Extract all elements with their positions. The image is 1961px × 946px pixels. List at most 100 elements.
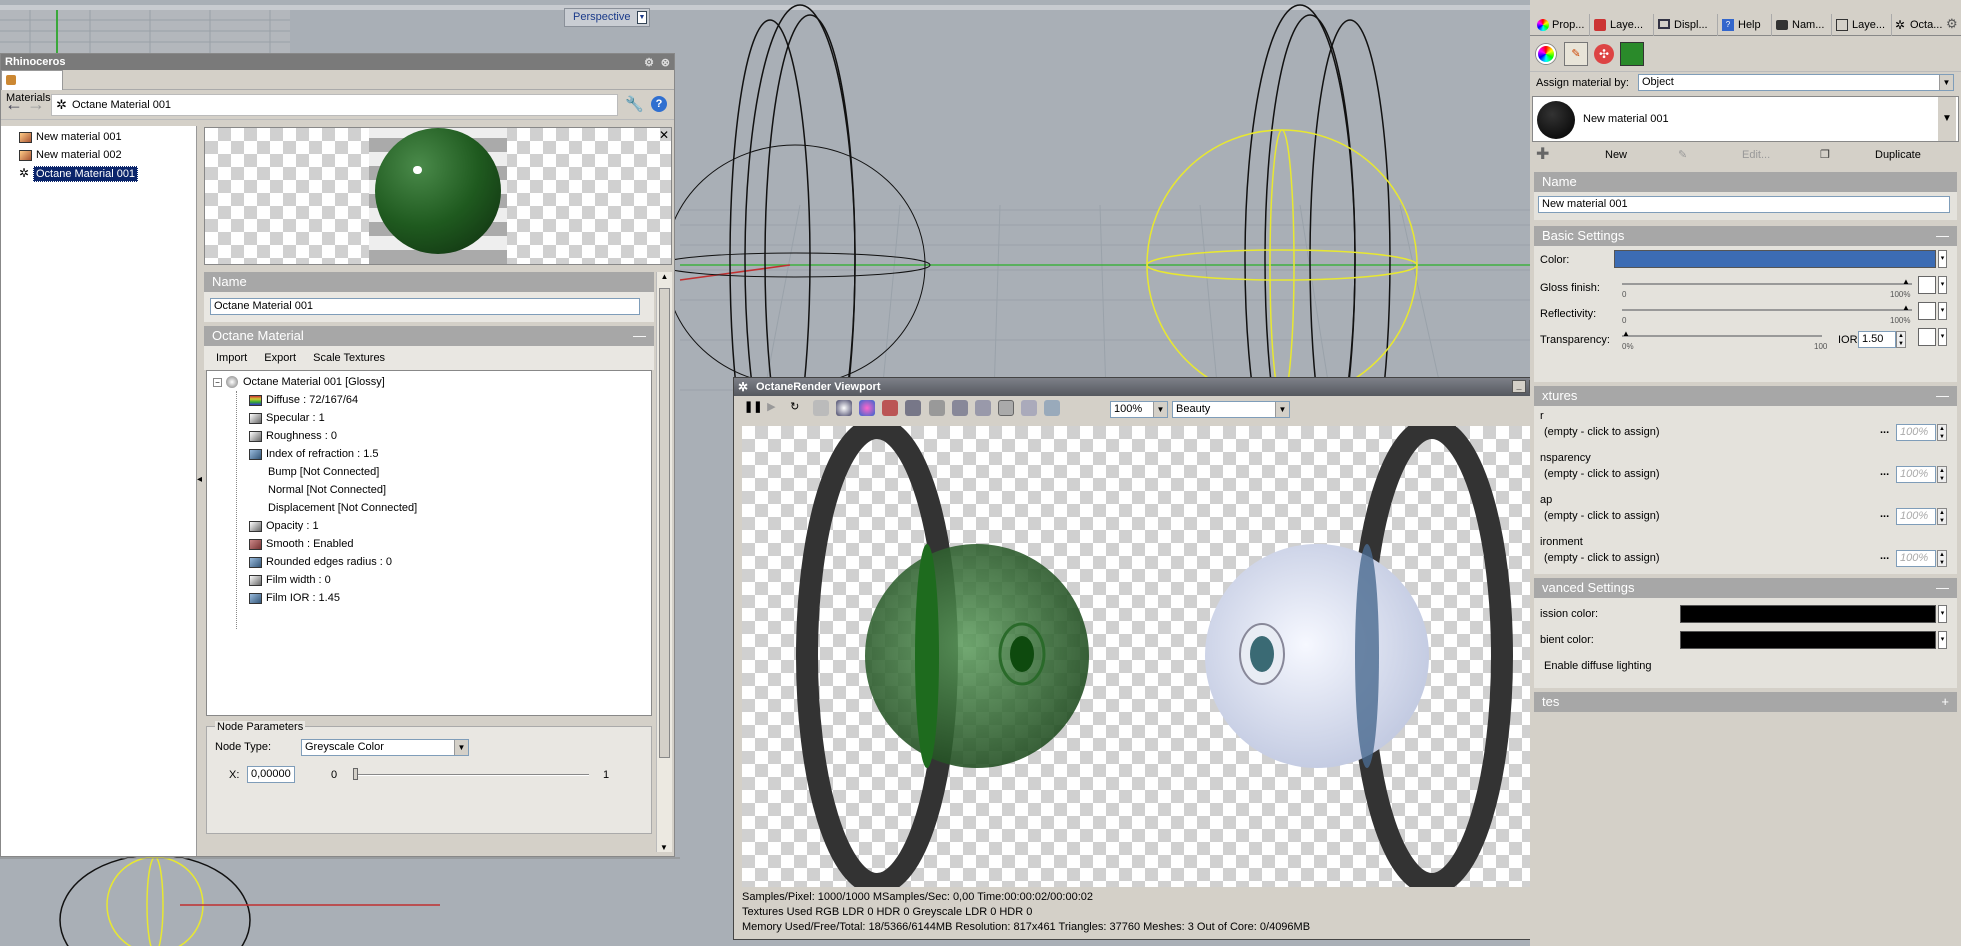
play-icon[interactable]: ▶ — [767, 400, 783, 416]
chevron-down-icon[interactable]: ▼ — [1153, 402, 1167, 417]
chevron-down-icon[interactable]: ▾ — [1938, 250, 1947, 268]
more-button[interactable]: ... — [1880, 466, 1889, 478]
color-balls-icon[interactable] — [859, 400, 876, 416]
ambient-color-swatch[interactable] — [1680, 631, 1936, 649]
breadcrumb[interactable]: ✲ Octane Material 001 — [51, 94, 618, 116]
amount-stepper-icon[interactable]: ▲ ▼ — [1937, 424, 1947, 441]
tree-item-smooth[interactable]: Smooth : Enabled — [213, 535, 651, 553]
chevron-down-icon[interactable]: ▼ — [1939, 75, 1953, 90]
gear-icon[interactable]: ⚙ — [644, 55, 654, 71]
color-wheel-icon[interactable] — [1536, 44, 1556, 64]
list-item[interactable]: ✲ Octane Material 001 — [1, 164, 196, 182]
copy-icon[interactable] — [974, 400, 991, 416]
duplicate-button[interactable]: Duplicate — [1875, 142, 1921, 168]
tree-item-ior[interactable]: Index of refraction : 1.5 — [213, 445, 651, 463]
list-item[interactable]: New material 001 — [1, 128, 196, 146]
tab-help[interactable]: ? Help — [1718, 14, 1772, 36]
reflectivity-color-box[interactable] — [1918, 302, 1936, 320]
help-icon[interactable]: ? — [651, 96, 667, 112]
tab-octane[interactable]: ✲ Octa... — [1892, 14, 1944, 36]
tree-item-opacity[interactable]: Opacity : 1 — [213, 517, 651, 535]
texture-slot[interactable]: (empty - click to assign) — [1544, 552, 1660, 564]
texture-amount[interactable]: 100% — [1896, 508, 1936, 525]
textures-header[interactable]: xtures — — [1534, 386, 1957, 406]
edit-button[interactable]: Edit... — [1742, 142, 1770, 168]
expand-icon[interactable]: + — [1941, 692, 1949, 712]
material-name-field[interactable]: New material 001 — [1538, 196, 1950, 213]
sphere-render-icon[interactable] — [836, 400, 853, 416]
forward-arrow-icon[interactable]: → — [27, 94, 45, 115]
emission-color-swatch[interactable] — [1680, 605, 1936, 623]
viewport-label[interactable]: Perspective ▼ — [564, 8, 650, 27]
collapse-icon[interactable]: — — [1936, 578, 1949, 598]
close-icon[interactable]: ✕ — [659, 128, 669, 142]
material-name-field[interactable]: Octane Material 001 — [210, 298, 640, 315]
material-selector[interactable]: New material 001 ▼ — [1532, 96, 1959, 142]
pick-focus-icon[interactable] — [1020, 400, 1037, 416]
scrollbar-thumb[interactable] — [659, 288, 670, 758]
transparency-slider-track[interactable] — [1622, 335, 1822, 337]
material-brush-icon[interactable]: ✎ — [1564, 42, 1588, 66]
texture-amount[interactable]: 100% — [1896, 550, 1936, 567]
x-value-field[interactable]: 0,00000 — [247, 766, 295, 783]
x-slider-track[interactable] — [353, 774, 589, 776]
add-icon[interactable]: ✚ — [1536, 142, 1549, 168]
texture-amount[interactable]: 100% — [1896, 466, 1936, 483]
chevron-down-icon[interactable]: ▾ — [1938, 605, 1947, 623]
back-arrow-icon[interactable]: ← — [5, 94, 23, 115]
x-slider-thumb[interactable] — [353, 768, 358, 780]
lock-icon[interactable] — [928, 400, 945, 416]
texture-slot[interactable]: (empty - click to assign) — [1544, 468, 1660, 480]
diffuse-lighting-checkbox[interactable]: Enable diffuse lighting — [1544, 660, 1651, 672]
octane-material-header[interactable]: Octane Material — — [204, 326, 654, 346]
collapse-icon[interactable]: — — [633, 326, 646, 346]
collapse-icon[interactable]: — — [1936, 386, 1949, 406]
amount-stepper-icon[interactable]: ▲ ▼ — [1937, 550, 1947, 567]
transparency-slider-thumb[interactable]: ▲ — [1622, 329, 1630, 338]
grid-icon[interactable] — [997, 400, 1014, 416]
gloss-color-box[interactable] — [1918, 276, 1936, 294]
tree-item-displacement[interactable]: Displacement [Not Connected] — [213, 499, 651, 517]
amount-stepper-icon[interactable]: ▲ ▼ — [1937, 508, 1947, 525]
tree-item-rounded-edges[interactable]: Rounded edges radius : 0 — [213, 553, 651, 571]
node-type-select[interactable]: Greyscale Color ▼ — [301, 739, 469, 756]
chevron-down-icon[interactable]: ▾ — [1938, 328, 1947, 346]
chevron-down-icon[interactable]: ▼ — [1938, 97, 1956, 141]
green-material-icon[interactable] — [1620, 42, 1644, 66]
tree-item-specular[interactable]: Specular : 1 — [213, 409, 651, 427]
render-canvas[interactable] — [742, 426, 1559, 887]
tree-item-film-width[interactable]: Film width : 0 — [213, 571, 651, 589]
tree-item-bump[interactable]: Bump [Not Connected] — [213, 463, 651, 481]
tab-layers[interactable]: Laye... — [1590, 14, 1654, 36]
tree-item-normal[interactable]: Normal [Not Connected] — [213, 481, 651, 499]
notes-header[interactable]: tes + — [1534, 692, 1957, 712]
zoom-icon[interactable] — [1043, 400, 1060, 416]
reflectivity-slider-thumb[interactable]: ▲ — [1902, 303, 1910, 312]
tab-materials[interactable]: Materials — [1, 70, 63, 104]
texture-icon[interactable]: ✣ — [1594, 44, 1614, 64]
color-swatch[interactable] — [1614, 250, 1936, 268]
tab-named-views[interactable]: Nam... — [1772, 14, 1832, 36]
tab-display[interactable]: Displ... — [1654, 14, 1718, 36]
scale-textures-button[interactable]: Scale Textures — [313, 352, 385, 364]
splitter-handle[interactable]: ◂ — [197, 474, 202, 485]
new-button[interactable]: New — [1605, 142, 1627, 168]
chevron-down-icon[interactable]: ▼ — [637, 11, 647, 24]
save-image-icon[interactable] — [905, 400, 922, 416]
basic-settings-header[interactable]: Basic Settings — — [1534, 226, 1957, 246]
ior-field[interactable]: 1.50 — [1858, 331, 1896, 348]
more-button[interactable]: ... — [1880, 508, 1889, 520]
advanced-settings-header[interactable]: vanced Settings — — [1534, 578, 1957, 598]
region-icon[interactable] — [951, 400, 968, 416]
transparency-color-box[interactable] — [1918, 328, 1936, 346]
tab-layer-states[interactable]: Laye... — [1832, 14, 1892, 36]
collapse-icon[interactable]: — — [1936, 226, 1949, 246]
texture-amount[interactable]: 100% — [1896, 424, 1936, 441]
gear-icon[interactable]: ⚙ — [1946, 16, 1958, 32]
export-button[interactable]: Export — [264, 352, 296, 364]
pause-icon[interactable]: ❚❚ — [744, 400, 762, 416]
editor-scrollbar[interactable]: ▲ ▼ — [656, 272, 672, 852]
minimize-icon[interactable]: _ — [1512, 380, 1526, 393]
ior-stepper-icon[interactable]: ▲ ▼ — [1896, 331, 1906, 348]
graph-icon[interactable] — [813, 400, 830, 416]
